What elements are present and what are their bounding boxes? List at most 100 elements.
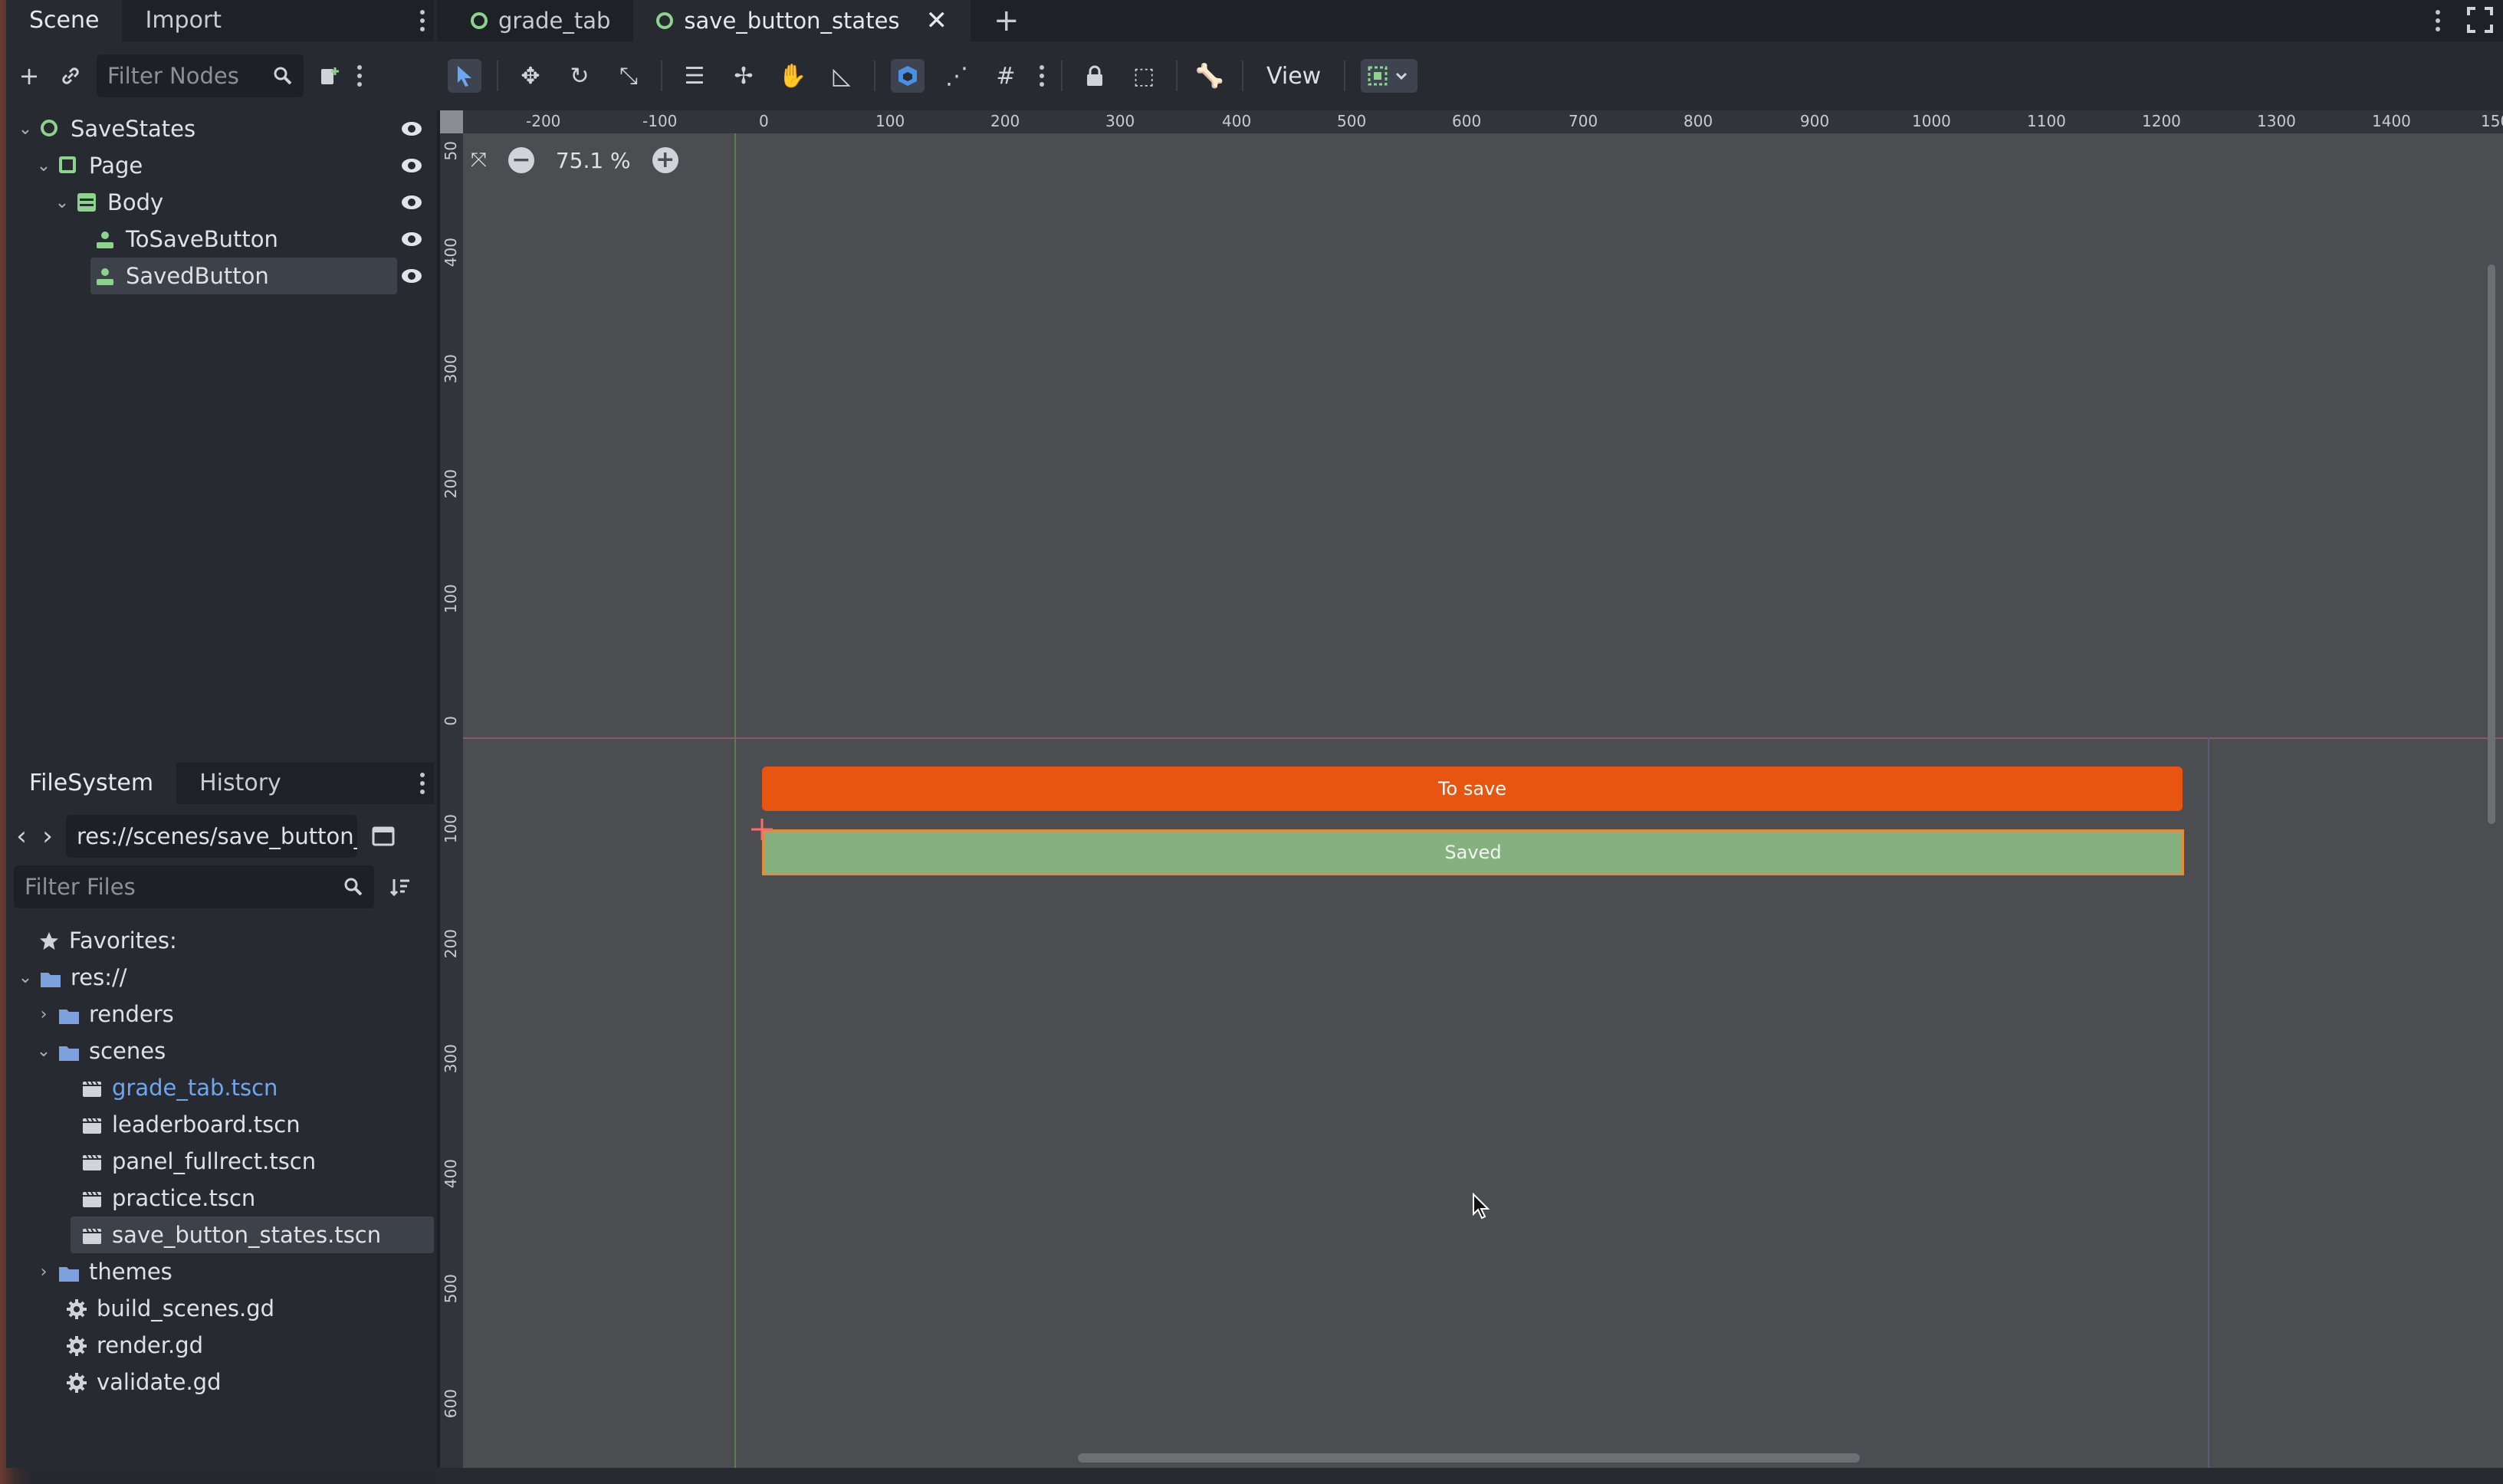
lock-icon[interactable] xyxy=(1078,59,1112,93)
node-ring-icon xyxy=(40,119,60,139)
scene-dock-menu-icon[interactable] xyxy=(419,8,426,34)
horizontal-scrollbar[interactable] xyxy=(1078,1453,1860,1463)
visibility-eye-icon[interactable] xyxy=(400,155,423,176)
tree-node[interactable]: ⌄ Page xyxy=(6,147,434,184)
tab-history[interactable]: History xyxy=(176,763,304,804)
chevron-down-icon[interactable]: ⌄ xyxy=(54,193,71,212)
tab-save-button-states[interactable]: save_button_states ✕ xyxy=(633,0,971,41)
ruler-icon[interactable]: ◺ xyxy=(825,59,859,93)
zoom-in-button[interactable]: + xyxy=(652,147,678,173)
scale-mode-icon[interactable]: ⤡ xyxy=(612,59,645,93)
center-view-icon[interactable]: ⤧ xyxy=(471,149,487,172)
smart-snap-icon[interactable] xyxy=(891,59,925,93)
viewport-boundary-line xyxy=(2208,737,2209,1468)
anchor-preset-icon[interactable] xyxy=(1361,59,1418,93)
split-view-icon[interactable] xyxy=(368,821,399,852)
visibility-eye-icon[interactable] xyxy=(400,118,423,140)
saved-button[interactable]: Saved xyxy=(762,829,2184,875)
gear-icon xyxy=(66,1298,87,1319)
pivot-crosshair-icon[interactable] xyxy=(751,819,773,840)
to-save-button[interactable]: To save xyxy=(762,767,2183,811)
filter-nodes-input[interactable]: Filter Nodes xyxy=(97,54,304,97)
group-icon[interactable]: ⬚ xyxy=(1127,59,1161,93)
fs-path-input[interactable]: res://scenes/save_button_ xyxy=(66,815,357,858)
close-icon[interactable]: ✕ xyxy=(926,5,948,36)
tab-scene[interactable]: Scene xyxy=(6,0,123,41)
list-item[interactable]: build_scenes.gd xyxy=(6,1290,434,1327)
scene-options-icon[interactable] xyxy=(356,63,363,89)
move-mode-icon[interactable]: ✥ xyxy=(514,59,547,93)
ruler-label: 200 xyxy=(990,112,1020,130)
tree-node-label: SavedButton xyxy=(126,263,269,289)
list-item[interactable]: ⌄ scenes xyxy=(6,1033,434,1069)
bone-icon[interactable]: 🦴 xyxy=(1193,59,1227,93)
snap-icon[interactable]: ⋰ xyxy=(940,59,974,93)
sort-icon[interactable] xyxy=(385,872,416,902)
forward-icon[interactable]: › xyxy=(40,821,55,852)
select-mode-icon[interactable] xyxy=(448,59,481,93)
fullscreen-icon[interactable] xyxy=(2466,6,2494,34)
list-item[interactable]: grade_tab.tscn xyxy=(6,1069,434,1106)
list-item[interactable]: Favorites: xyxy=(6,922,434,959)
visibility-eye-icon[interactable] xyxy=(400,228,423,250)
chevron-down-icon[interactable]: ⌄ xyxy=(35,156,52,176)
list-item[interactable]: save_button_states.tscn xyxy=(6,1216,434,1253)
back-icon[interactable]: ‹ xyxy=(14,821,29,852)
tab-import[interactable]: Import xyxy=(122,0,245,41)
ruler-label: 50 xyxy=(442,141,460,161)
tree-node[interactable]: ToSaveButton xyxy=(6,221,434,258)
2d-canvas-viewport[interactable]: -200 -100 0 100 200 300 400 500 600 700 … xyxy=(440,110,2503,1468)
tree-node[interactable]: ⌄ Body xyxy=(6,184,434,221)
scene-ring-icon xyxy=(471,12,488,29)
tree-node-label: Page xyxy=(89,153,143,179)
tab-grade-tab[interactable]: grade_tab xyxy=(448,0,633,41)
ruler-label: 400 xyxy=(442,1159,460,1189)
link-icon[interactable] xyxy=(55,61,86,91)
list-item[interactable]: leaderboard.tscn xyxy=(6,1106,434,1143)
fs-filter-row: Filter Files xyxy=(6,864,434,910)
list-item[interactable]: panel_fullrect.tscn xyxy=(6,1143,434,1180)
editor-menu-icon[interactable] xyxy=(2434,8,2442,34)
chevron-down-icon[interactable]: ⌄ xyxy=(17,968,34,987)
list-item[interactable]: validate.gd xyxy=(6,1364,434,1400)
new-tab-icon[interactable]: + xyxy=(971,0,1043,41)
button-node-icon xyxy=(95,266,115,286)
scene-file-icon xyxy=(81,1115,101,1134)
tab-label: grade_tab xyxy=(498,8,611,34)
tab-filesystem[interactable]: FileSystem xyxy=(6,763,177,804)
scene-file-icon xyxy=(81,1151,101,1171)
view-menu-button[interactable]: View xyxy=(1259,63,1329,90)
list-item[interactable]: practice.tscn xyxy=(6,1180,434,1216)
snap-options-icon[interactable] xyxy=(1038,63,1046,89)
attach-script-icon[interactable] xyxy=(314,61,345,91)
visibility-eye-icon[interactable] xyxy=(400,192,423,213)
search-icon xyxy=(344,878,363,896)
tree-node[interactable]: SavedButton xyxy=(6,258,434,294)
chevron-right-icon[interactable]: › xyxy=(35,1005,52,1024)
list-item[interactable]: › renders xyxy=(6,996,434,1033)
visibility-eye-icon[interactable] xyxy=(400,265,423,287)
list-item[interactable]: › themes xyxy=(6,1253,434,1290)
chevron-right-icon[interactable]: › xyxy=(35,1262,52,1282)
pivot-icon[interactable]: ✢ xyxy=(727,59,760,93)
add-node-icon[interactable]: + xyxy=(14,61,44,91)
tree-node[interactable]: ⌄ SaveStates xyxy=(6,110,434,147)
container-node-icon xyxy=(77,192,97,212)
ruler-label: 1000 xyxy=(1912,112,1951,130)
rotate-mode-icon[interactable]: ↻ xyxy=(563,59,596,93)
zoom-level[interactable]: 75.1 % xyxy=(556,148,631,173)
list-select-icon[interactable]: ☰ xyxy=(678,59,711,93)
chevron-down-icon[interactable]: ⌄ xyxy=(35,1042,52,1061)
chevron-down-icon[interactable]: ⌄ xyxy=(17,120,34,139)
ruler-label: -100 xyxy=(642,112,678,130)
vertical-scrollbar[interactable] xyxy=(2488,264,2495,824)
filter-files-input[interactable]: Filter Files xyxy=(14,865,374,908)
fs-dock-menu-icon[interactable] xyxy=(419,770,426,796)
list-item[interactable]: render.gd xyxy=(6,1327,434,1364)
ruler-label: 1400 xyxy=(2372,112,2411,130)
zoom-out-button[interactable]: − xyxy=(507,147,534,173)
bottom-panel-bar xyxy=(437,1468,2503,1484)
grid-snap-icon[interactable]: # xyxy=(989,59,1023,93)
pan-icon[interactable]: ✋ xyxy=(776,59,810,93)
list-item[interactable]: ⌄ res:// xyxy=(6,959,434,996)
